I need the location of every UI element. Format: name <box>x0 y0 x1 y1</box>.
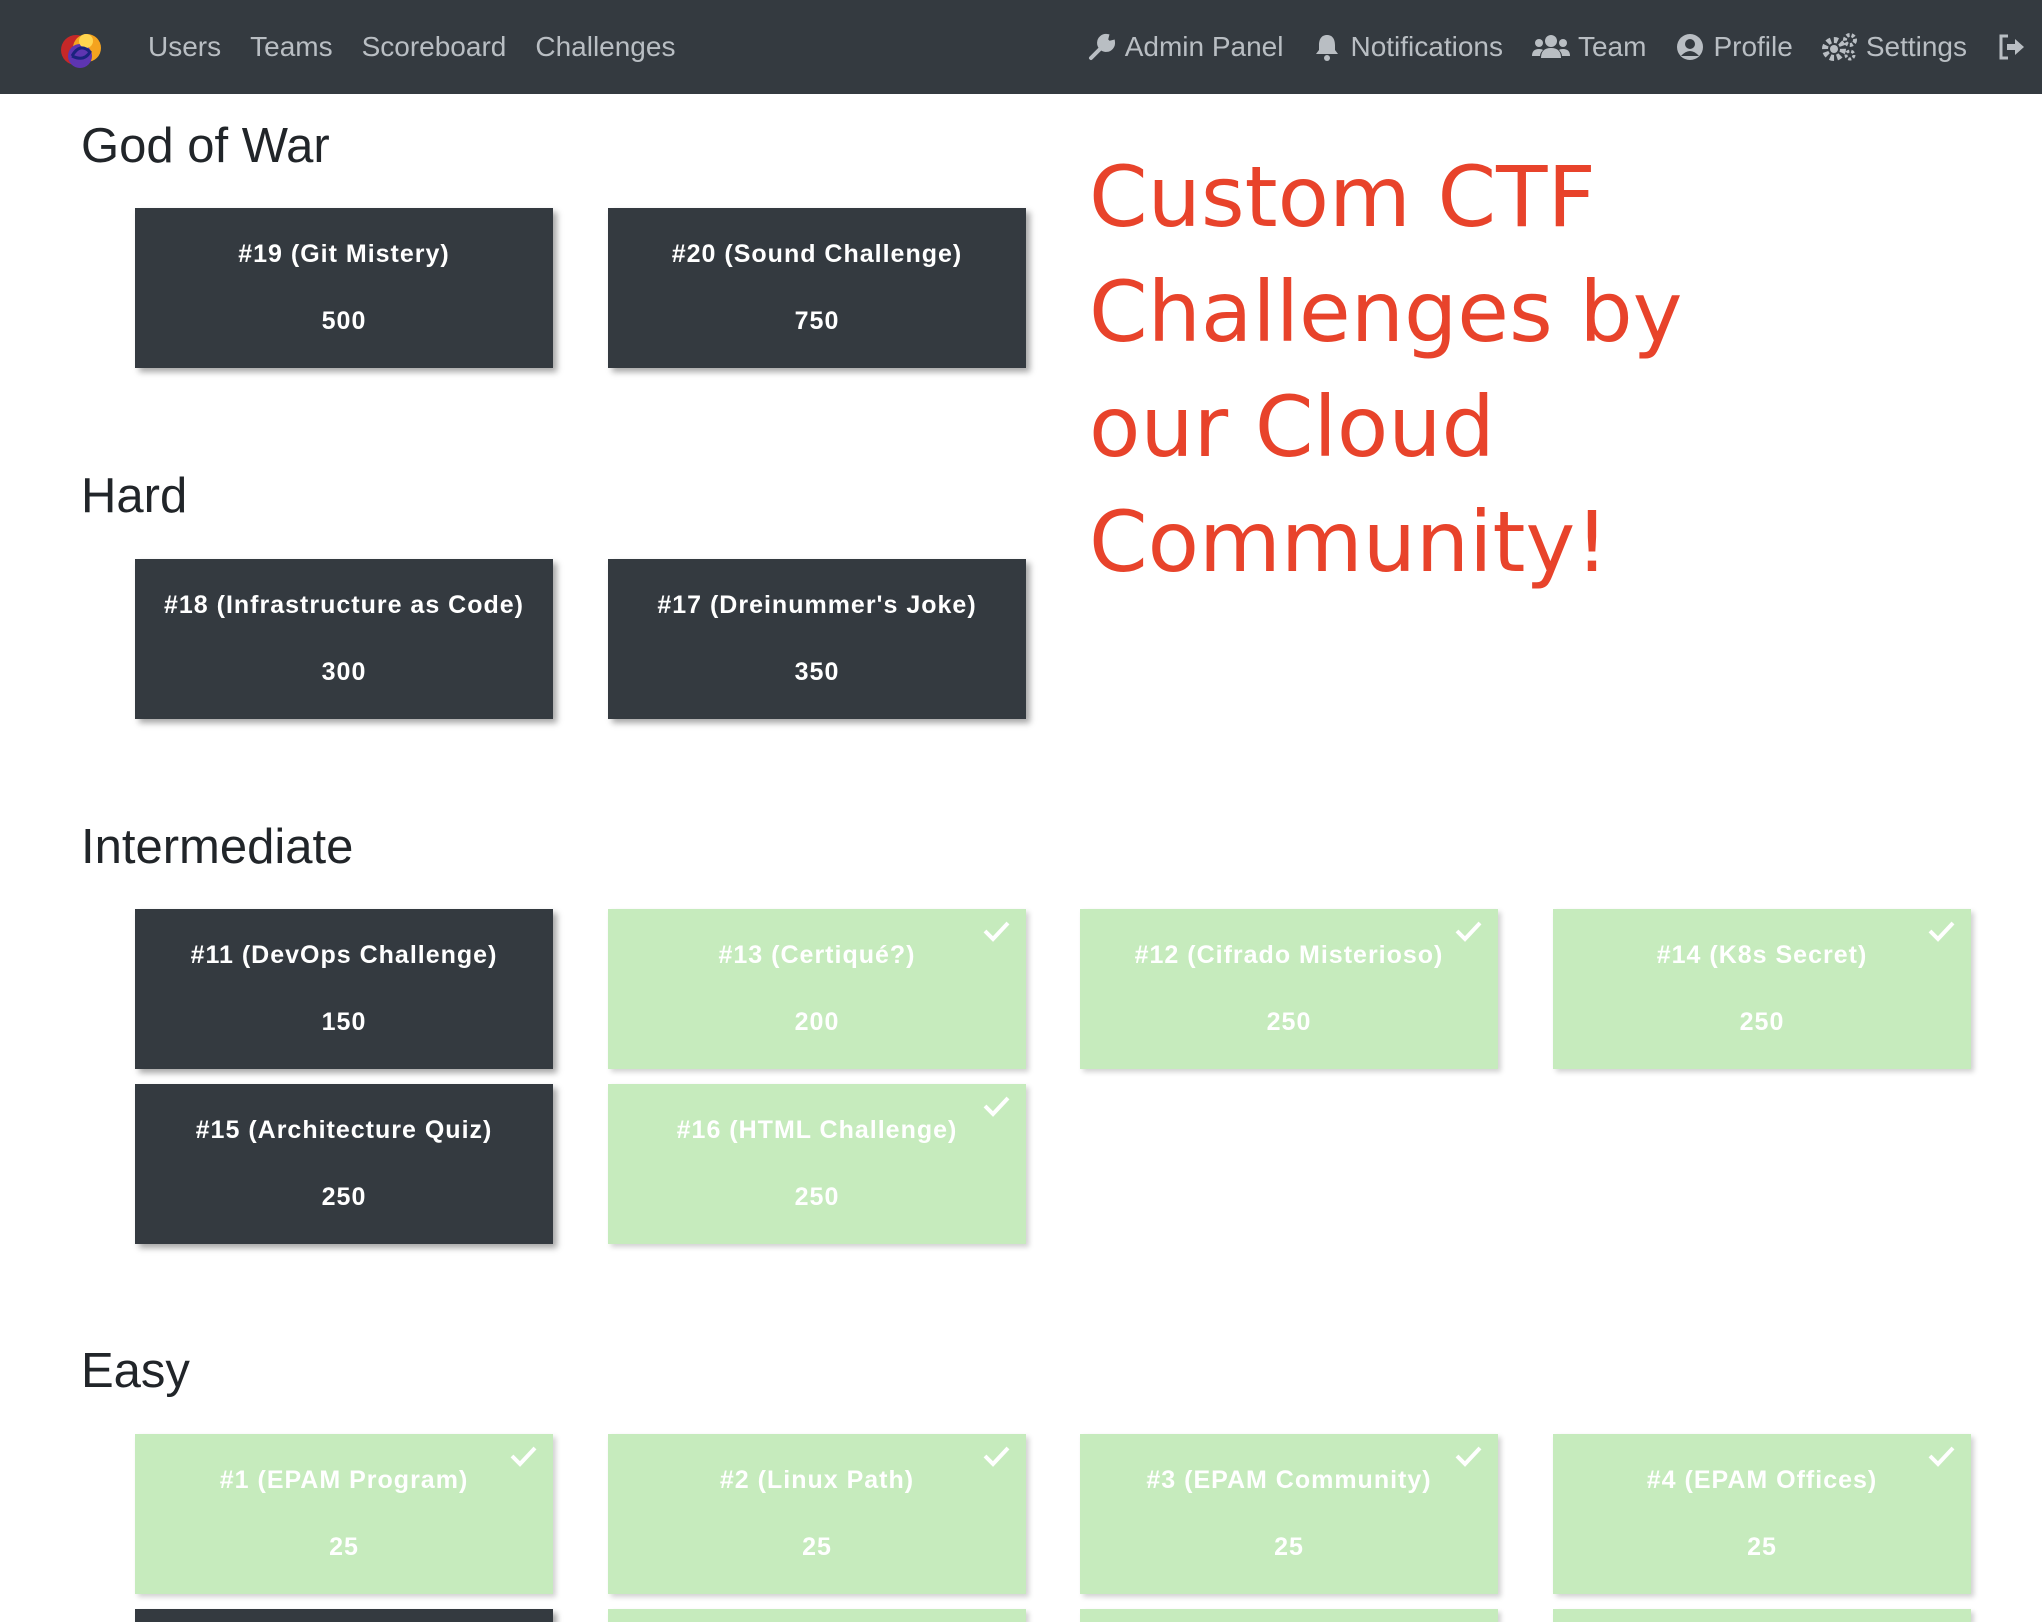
challenge-card-solved[interactable]: #4 (EPAM Offices) 25 <box>1553 1434 1971 1594</box>
nav-users[interactable]: Users <box>148 31 221 63</box>
challenge-value: 250 <box>1739 1008 1785 1036</box>
check-icon <box>510 1446 537 1467</box>
cogs-icon <box>1821 33 1857 61</box>
challenge-value: 25 <box>802 1533 832 1561</box>
category-title-god-of-war: God of War <box>81 119 330 173</box>
challenge-name: #16 (HTML Challenge) <box>676 1116 958 1144</box>
promo-banner-text: Custom CTF Challenges by our Cloud Commu… <box>1089 148 1683 591</box>
challenge-value: 150 <box>321 1008 367 1036</box>
nav-profile-label: Profile <box>1713 31 1793 62</box>
challenge-value: 200 <box>794 1008 840 1036</box>
nav-admin-panel-label: Admin Panel <box>1124 31 1284 62</box>
challenge-card-partial[interactable] <box>1553 1609 1971 1622</box>
nav-logout[interactable] <box>1996 32 2026 62</box>
category-title-hard: Hard <box>81 469 188 523</box>
challenge-card-solved[interactable]: #12 (Cifrado Misterioso) 250 <box>1080 909 1498 1069</box>
challenge-name: #13 (Certiqué?) <box>718 941 916 969</box>
challenge-value: 350 <box>794 658 840 686</box>
challenge-card-solved[interactable]: #3 (EPAM Community) 25 <box>1080 1434 1498 1594</box>
user-circle-icon <box>1677 34 1704 60</box>
challenge-card[interactable]: #20 (Sound Challenge) 750 <box>608 208 1026 368</box>
challenge-card-solved[interactable]: #14 (K8s Secret) 250 <box>1553 909 1971 1069</box>
challenge-card-partial[interactable] <box>608 1609 1026 1622</box>
ctf-logo-icon[interactable] <box>54 26 108 72</box>
challenge-value: 300 <box>321 658 367 686</box>
challenge-value: 500 <box>321 307 367 335</box>
challenge-card[interactable]: #18 (Infrastructure as Code) 300 <box>135 559 553 719</box>
nav-challenges[interactable]: Challenges <box>535 31 675 63</box>
challenge-value: 250 <box>1266 1008 1312 1036</box>
challenge-name: #4 (EPAM Offices) <box>1646 1466 1878 1494</box>
challenge-card[interactable]: #15 (Architecture Quiz) 250 <box>135 1084 553 1244</box>
nav-teams[interactable]: Teams <box>250 31 332 63</box>
check-icon <box>1455 1446 1482 1467</box>
category-title-easy: Easy <box>81 1344 190 1398</box>
nav-notifications[interactable]: Notifications <box>1312 31 1503 63</box>
challenge-name: #20 (Sound Challenge) <box>671 240 963 268</box>
nav-notifications-label: Notifications <box>1350 31 1503 62</box>
check-icon <box>983 1096 1010 1117</box>
challenge-name: #19 (Git Mistery) <box>238 240 450 268</box>
challenge-name: #14 (K8s Secret) <box>1656 941 1868 969</box>
wrench-icon <box>1088 33 1115 60</box>
challenge-card-partial[interactable] <box>1080 1609 1498 1622</box>
category-title-intermediate: Intermediate <box>81 820 354 874</box>
nav-team[interactable]: Team <box>1531 31 1647 63</box>
challenge-value: 25 <box>329 1533 359 1561</box>
challenge-value: 250 <box>321 1183 367 1211</box>
challenge-name: #2 (Linux Path) <box>719 1466 915 1494</box>
challenge-value: 25 <box>1274 1533 1304 1561</box>
challenge-name: #3 (EPAM Community) <box>1146 1466 1432 1494</box>
nav-profile[interactable]: Profile <box>1675 31 1793 63</box>
check-icon <box>1455 921 1482 942</box>
check-icon <box>1928 1446 1955 1467</box>
challenge-card[interactable]: #19 (Git Mistery) 500 <box>135 208 553 368</box>
top-navbar: Users Teams Scoreboard Challenges Admin … <box>0 0 2042 94</box>
challenge-card[interactable]: #11 (DevOps Challenge) 150 <box>135 909 553 1069</box>
challenge-name: #18 (Infrastructure as Code) <box>163 591 525 619</box>
check-icon <box>983 921 1010 942</box>
challenge-value: 750 <box>794 307 840 335</box>
nav-scoreboard[interactable]: Scoreboard <box>362 31 507 63</box>
challenge-card[interactable]: #17 (Dreinummer's Joke) 350 <box>608 559 1026 719</box>
challenge-card-solved[interactable]: #13 (Certiqué?) 200 <box>608 909 1026 1069</box>
bell-icon <box>1316 35 1339 61</box>
challenge-card-solved[interactable]: #16 (HTML Challenge) 250 <box>608 1084 1026 1244</box>
challenge-value: 25 <box>1747 1533 1777 1561</box>
check-icon <box>1928 921 1955 942</box>
nav-settings[interactable]: Settings <box>1821 31 1967 63</box>
challenge-name: #11 (DevOps Challenge) <box>190 941 498 969</box>
sign-out-icon <box>1999 34 2024 60</box>
nav-team-label: Team <box>1577 31 1647 62</box>
check-icon <box>983 1446 1010 1467</box>
challenge-card-solved[interactable]: #1 (EPAM Program) 25 <box>135 1434 553 1594</box>
users-icon <box>1531 35 1570 58</box>
challenge-card-solved[interactable]: #2 (Linux Path) 25 <box>608 1434 1026 1594</box>
challenge-value: 250 <box>794 1183 840 1211</box>
nav-settings-label: Settings <box>1865 31 1967 62</box>
challenge-card-partial[interactable] <box>135 1609 553 1622</box>
challenge-name: #17 (Dreinummer's Joke) <box>657 591 977 619</box>
challenge-name: #15 (Architecture Quiz) <box>195 1116 493 1144</box>
challenge-name: #1 (EPAM Program) <box>219 1466 469 1494</box>
nav-admin-panel[interactable]: Admin Panel <box>1087 31 1284 63</box>
challenge-name: #12 (Cifrado Misterioso) <box>1134 941 1444 969</box>
